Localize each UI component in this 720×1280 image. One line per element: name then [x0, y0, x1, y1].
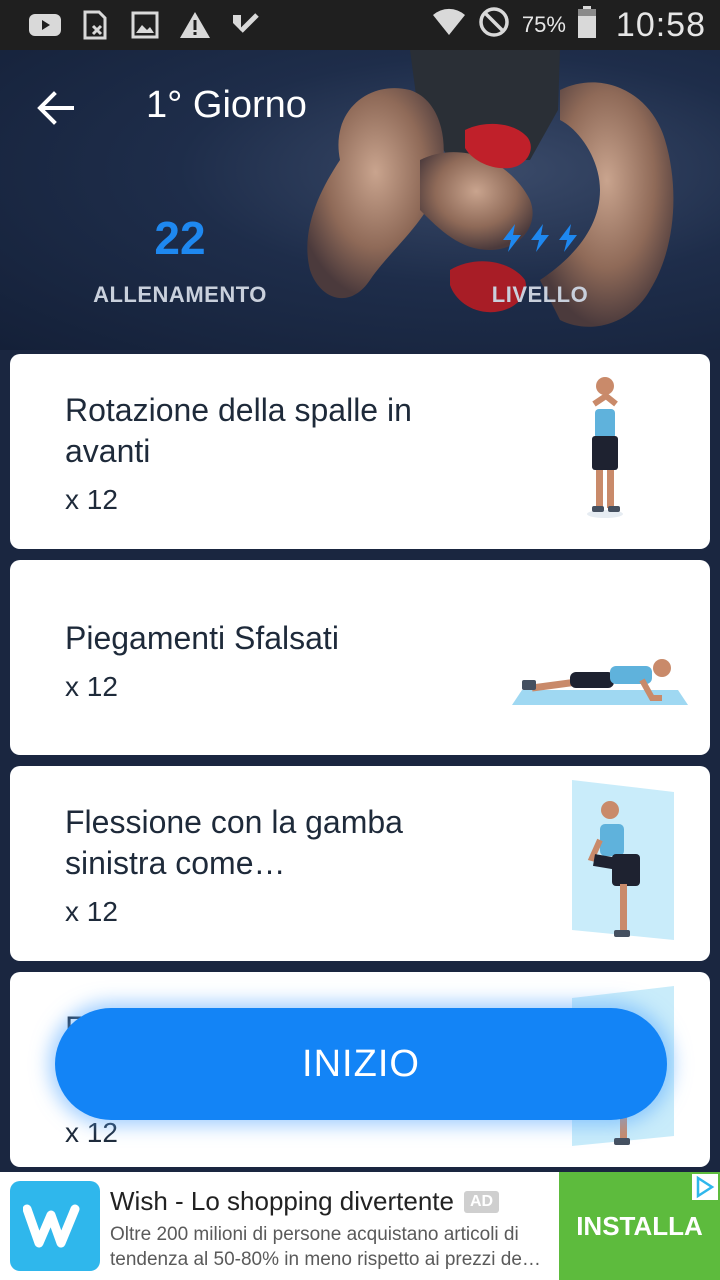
check-icon: [228, 10, 262, 40]
exercise-reps: x 12: [65, 484, 118, 515]
page-title: 1° Giorno: [146, 84, 307, 126]
lightning-bolt-icon: [531, 224, 549, 252]
exercise-card[interactable]: Rotazione della spalle in avanti x 12: [10, 354, 710, 549]
exercise-reps: x 12: [65, 896, 118, 927]
adchoices-icon[interactable]: [692, 1174, 718, 1200]
battery-icon: [577, 5, 596, 45]
exercise-card[interactable]: Piegamenti Sfalsati x 12: [10, 560, 710, 755]
ad-description: Oltre 200 milioni di persone acquistano …: [110, 1224, 541, 1270]
start-button[interactable]: INIZIO: [55, 1008, 667, 1120]
exercise-reps: x 12: [65, 1117, 118, 1148]
workouts-label: ALLENAMENTO: [93, 282, 267, 307]
lightning-bolt-icon: [559, 224, 577, 252]
ad-title: Wish - Lo shopping divertente: [110, 1186, 454, 1216]
leg-stretch-illustration: [572, 780, 674, 940]
clock: 10:58: [615, 5, 706, 44]
exercise-reps: x 12: [65, 671, 118, 702]
exercise-title: Flessione con la gamba sinistra come…: [65, 804, 403, 881]
level-stat: LIVELLO: [410, 210, 670, 308]
workout-header: 1° Giorno 22 ALLENAMENTO LIVELLO: [0, 50, 720, 350]
battery-percent: 75%: [521, 12, 566, 37]
wifi-icon: [432, 7, 466, 44]
pushup-illustration: [512, 659, 688, 705]
image-icon: [128, 10, 162, 40]
shoulder-rotation-illustration: [587, 377, 623, 518]
arrow-left-icon: [37, 91, 74, 125]
do-not-disturb-icon: [478, 6, 510, 45]
ad-badge: AD: [463, 1190, 500, 1213]
exercise-title: Piegamenti Sfalsati: [65, 620, 339, 656]
back-button[interactable]: [36, 88, 80, 128]
workouts-count: 22: [154, 212, 206, 264]
status-bar: 75% 10:58: [0, 0, 720, 50]
wish-logo-icon: [10, 1181, 100, 1271]
exercise-card[interactable]: Flessione con la gamba sinistra come… x …: [10, 766, 710, 961]
level-indicator: [410, 210, 670, 266]
lightning-bolt-icon: [503, 224, 521, 252]
youtube-icon: [28, 10, 62, 40]
exercise-title: Rotazione della spalle in avanti: [65, 392, 412, 469]
sim-icon: [78, 10, 112, 40]
level-label: LIVELLO: [491, 282, 589, 307]
ad-banner[interactable]: Wish - Lo shopping divertente AD Oltre 2…: [0, 1172, 720, 1280]
warning-icon: [178, 10, 212, 40]
workouts-stat: 22 ALLENAMENTO: [50, 210, 310, 308]
